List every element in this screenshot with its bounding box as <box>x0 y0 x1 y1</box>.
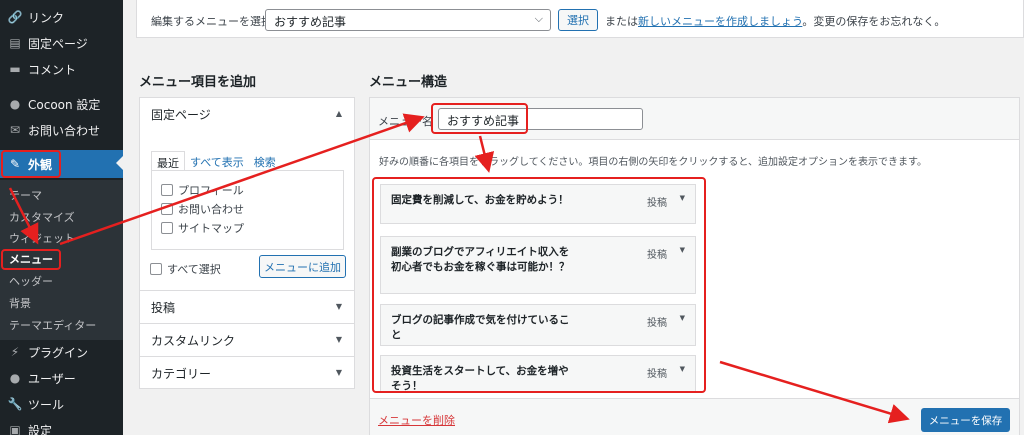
submenu-item-widgets[interactable]: ウィジェット <box>9 230 75 246</box>
menu-name-label: メニュー名 <box>378 115 433 128</box>
page-option-label: お問い合わせ <box>178 203 244 216</box>
page-option-sitemap[interactable]: サイトマップ <box>161 220 244 236</box>
highlight-appearance <box>1 150 61 178</box>
checkbox[interactable] <box>161 222 173 234</box>
sidebar-item-settings[interactable]: ▣ 設定 <box>0 417 123 435</box>
tool-icon: 🔧 <box>7 397 23 411</box>
settings-icon: ▣ <box>9 423 21 435</box>
sidebar-item-label: お問い合わせ <box>28 123 101 138</box>
menu-structure-heading: メニュー構造 <box>369 75 448 90</box>
select-all-option[interactable]: すべて選択 <box>150 261 221 277</box>
caret-up-icon: ▲ <box>335 109 342 118</box>
page-option-contact[interactable]: お問い合わせ <box>161 201 244 217</box>
sidebar-item-label: リンク <box>28 10 65 25</box>
drag-instructions: 好みの順番に各項目をドラッグしてください。項目の右側の矢印をクリックすると、追加… <box>379 157 927 168</box>
current-menu-caret <box>116 155 124 171</box>
comment-icon: ▬ <box>9 62 21 76</box>
admin-sidebar: 🔗 リンク ▤ 固定ページ ▬ コメント ● Cocoon 設定 ✉ お問い合わ… <box>0 0 124 435</box>
add-menu-items-heading: メニュー項目を追加 <box>139 75 257 90</box>
submenu-item-background[interactable]: 背景 <box>9 295 31 311</box>
select-all-label: すべて選択 <box>167 263 221 276</box>
sidebar-item-label: 設定 <box>28 423 53 435</box>
sidebar-item-plugins[interactable]: ⚡ プラグイン <box>0 339 123 365</box>
fixed-pages-label: 固定ページ <box>151 108 211 122</box>
create-new-menu-link[interactable]: 新しいメニューを作成しましょう <box>638 15 802 28</box>
posts-section-header[interactable]: 投稿 ▼ <box>140 290 354 323</box>
categories-section-header[interactable]: カテゴリー ▼ <box>140 356 354 389</box>
checkbox[interactable] <box>161 184 173 196</box>
select-menu-label: 編集するメニューを選択: <box>151 15 276 28</box>
select-button[interactable]: 選択 <box>558 9 598 31</box>
sidebar-item-label: ユーザー <box>28 371 76 386</box>
highlight-menus <box>1 249 61 270</box>
fixed-pages-section-header[interactable]: 固定ページ ▲ <box>140 98 354 131</box>
submenu-item-theme-editor[interactable]: テーマエディター <box>9 317 96 333</box>
menu-select-bar: 編集するメニューを選択: おすすめ記事 ⌵ 選択 または新しいメニューを作成しま… <box>136 0 1024 38</box>
user-icon: ● <box>9 371 21 385</box>
save-menu-button[interactable]: メニューを保存 <box>921 408 1010 432</box>
sidebar-item-cocoon[interactable]: ● Cocoon 設定 <box>0 91 123 117</box>
delete-menu-link[interactable]: メニューを削除 <box>378 412 455 428</box>
highlight-menu-name <box>431 103 528 134</box>
sidebar-item-label: ツール <box>28 397 65 412</box>
menu-footer: メニューを削除 メニューを保存 <box>370 398 1019 435</box>
pages-checklist: プロフィール お問い合わせ サイトマップ <box>151 170 344 250</box>
sidebar-item-label: 固定ページ <box>28 36 88 51</box>
section-label: 投稿 <box>151 300 176 315</box>
save-reminder: 。変更の保存をお忘れなく。 <box>802 15 946 28</box>
sidebar-item-tools[interactable]: 🔧 ツール <box>0 391 123 417</box>
menu-select-dropdown[interactable]: おすすめ記事 ⌵ <box>265 9 551 31</box>
cocoon-icon: ● <box>9 97 21 111</box>
menu-select-value: おすすめ記事 <box>274 15 347 29</box>
page-option-label: プロフィール <box>178 184 244 197</box>
page-option-profile[interactable]: プロフィール <box>161 182 244 198</box>
sidebar-item-comments[interactable]: ▬ コメント <box>0 56 123 82</box>
sidebar-item-label: Cocoon 設定 <box>28 97 101 112</box>
chevron-down-icon: ⌵ <box>534 12 543 25</box>
checkbox[interactable] <box>161 203 173 215</box>
section-label: カテゴリー <box>151 366 212 381</box>
add-menu-items-panel: 固定ページ ▲ 最近 すべて表示 検索 プロフィール お問い合わせ サイトマップ… <box>139 97 355 389</box>
select-all-checkbox[interactable] <box>150 263 162 275</box>
page-option-label: サイトマップ <box>178 222 244 235</box>
sidebar-item-contact[interactable]: ✉ お問い合わせ <box>0 117 123 143</box>
sidebar-item-pages[interactable]: ▤ 固定ページ <box>0 30 123 56</box>
link-icon: 🔗 <box>7 10 23 24</box>
caret-down-icon: ▼ <box>335 302 342 311</box>
plugin-icon: ⚡ <box>10 345 20 359</box>
sidebar-item-users[interactable]: ● ユーザー <box>0 365 123 391</box>
page-icon: ▤ <box>9 36 21 50</box>
sidebar-item-label: プラグイン <box>28 345 89 360</box>
section-label: カスタムリンク <box>151 333 236 348</box>
create-menu-text: または新しいメニューを作成しましょう。変更の保存をお忘れなく。 <box>605 13 945 29</box>
caret-down-icon: ▼ <box>335 335 342 344</box>
submenu-item-customize[interactable]: カスタマイズ <box>9 209 75 225</box>
submenu-item-theme[interactable]: テーマ <box>9 187 42 203</box>
caret-down-icon: ▼ <box>335 368 342 377</box>
submenu-item-header[interactable]: ヘッダー <box>9 273 53 289</box>
highlight-menu-items <box>372 177 706 393</box>
add-to-menu-button[interactable]: メニューに追加 <box>259 255 346 278</box>
or-prefix: または <box>605 15 638 28</box>
sidebar-item-links[interactable]: 🔗 リンク <box>0 4 123 30</box>
sidebar-item-label: コメント <box>28 62 77 77</box>
mail-icon: ✉ <box>9 123 21 137</box>
custom-links-section-header[interactable]: カスタムリンク ▼ <box>140 323 354 356</box>
